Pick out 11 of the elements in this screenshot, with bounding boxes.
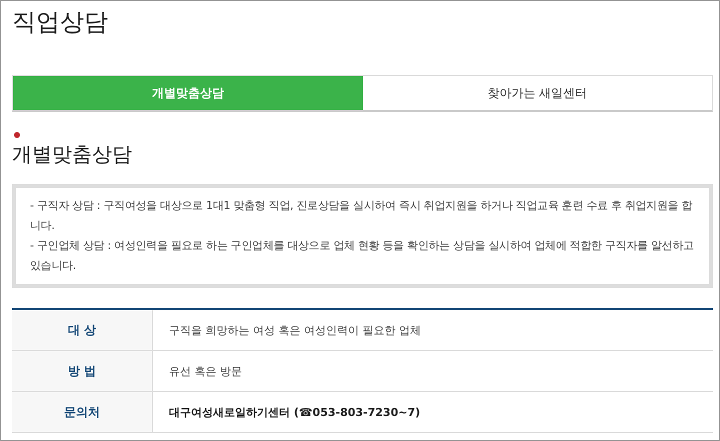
table-header-cell: 문의처 (12, 392, 153, 432)
page-title: 직업상담 (12, 7, 109, 38)
bullet-icon (14, 132, 20, 138)
description-text: - 구인업체 상담 : 여성인력을 필요로 하는 구인업체를 대상으로 업체 현황 등을 확인하는 상담을 실시하여 업체에 적합한 구직자를 알선하고 있습니다. (30, 238, 695, 274)
table-header-cell: 대 상 (12, 310, 153, 350)
table-cell-text: 구직을 희망하는 여성 혹은 여성인력이 필요한 업체 (168, 322, 422, 338)
table-header-cell: 방 법 (12, 351, 153, 391)
table-cell-text: 대구여성새로일하기센터 (☎053-803-7230~7) (168, 404, 422, 420)
table-cell-text: 유선 혹은 방문 (168, 364, 243, 380)
description-text: - 구직자 상담 : 구직여성을 대상으로 1대1 맞춤형 직업, 진로상담을 실시하여 즉시 취업지원을 하거나 직업교육 훈련 수료 후 취업지원을 합니다. (30, 198, 694, 234)
section-title: 개별맞춤상담 (12, 141, 133, 168)
